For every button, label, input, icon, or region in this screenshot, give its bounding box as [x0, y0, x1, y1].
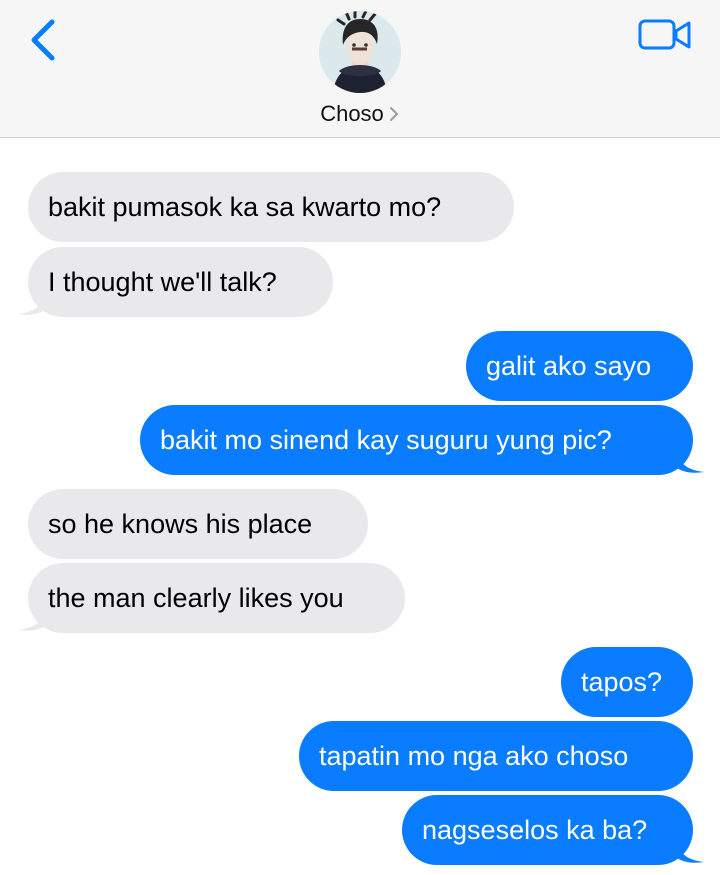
- video-camera-icon: [638, 19, 691, 50]
- avatar-image: [319, 11, 401, 93]
- contact-name-button[interactable]: Choso: [0, 101, 720, 127]
- message-bubble-incoming[interactable]: I thought we'll talk?: [28, 247, 333, 317]
- message-bubble-outgoing[interactable]: tapatin mo nga ako choso: [299, 721, 693, 791]
- message-bubble-outgoing[interactable]: bakit mo sinend kay suguru yung pic?: [140, 405, 693, 475]
- message-bubble-incoming[interactable]: so he knows his place: [28, 489, 368, 559]
- message-bubble-outgoing[interactable]: tapos?: [561, 647, 693, 717]
- chevron-right-icon: [389, 107, 398, 121]
- conversation-header: Choso: [0, 0, 720, 138]
- chevron-left-icon: [31, 19, 55, 61]
- contact-name: Choso: [320, 101, 384, 126]
- video-call-button[interactable]: [638, 18, 694, 52]
- message-bubble-outgoing[interactable]: nagseselos ka ba?: [402, 795, 693, 865]
- message-bubble-incoming[interactable]: the man clearly likes you: [28, 563, 405, 633]
- message-bubble-incoming[interactable]: bakit pumasok ka sa kwarto mo?: [28, 172, 514, 242]
- contact-avatar[interactable]: [319, 11, 401, 93]
- back-button[interactable]: [26, 18, 66, 66]
- message-bubble-outgoing[interactable]: galit ako sayo: [466, 331, 693, 401]
